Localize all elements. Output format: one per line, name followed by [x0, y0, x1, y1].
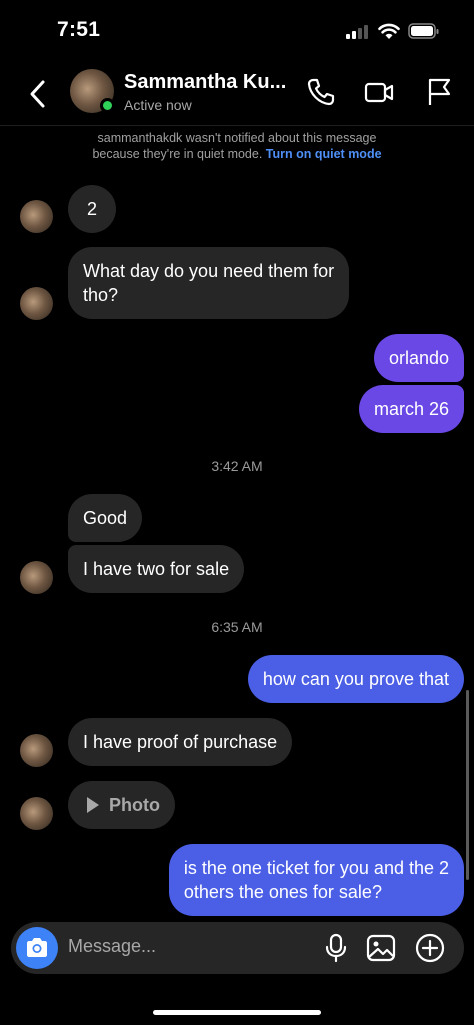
- notice-line-1: sammanthakdk wasn't notified about this …: [97, 131, 377, 145]
- online-status-dot: [100, 98, 115, 113]
- status-bar: 7:51: [0, 0, 474, 62]
- message-bubble[interactable]: how can you prove that: [247, 655, 464, 703]
- sender-avatar[interactable]: [20, 561, 53, 594]
- add-plus-icon[interactable]: [414, 932, 446, 964]
- message-bubble[interactable]: march 26: [358, 385, 464, 433]
- message-input[interactable]: [68, 936, 298, 957]
- home-indicator[interactable]: [153, 1010, 321, 1015]
- quiet-mode-notice: sammanthakdk wasn't notified about this …: [0, 130, 474, 162]
- notice-text: because they're in quiet mode.: [92, 147, 263, 161]
- video-call-icon[interactable]: [363, 76, 395, 108]
- back-chevron-icon[interactable]: [26, 78, 50, 110]
- message-line: is the one ticket for you and the 2: [183, 858, 449, 878]
- active-status: Active now: [124, 97, 192, 113]
- battery-icon: [408, 23, 439, 39]
- message-composer: [11, 922, 464, 974]
- contact-name[interactable]: Sammantha Ku...: [124, 71, 286, 94]
- photo-message[interactable]: Photo: [68, 781, 175, 829]
- sender-avatar[interactable]: [20, 287, 53, 320]
- notice-line-2: because they're in quiet mode. Turn on q…: [0, 146, 474, 162]
- status-time: 7:51: [57, 18, 101, 41]
- message-line: tho?: [83, 285, 119, 305]
- message-bubble[interactable]: orlando: [373, 334, 464, 382]
- message-bubble[interactable]: 2: [68, 185, 117, 233]
- message-line: others the ones for sale?: [183, 882, 382, 902]
- report-flag-icon[interactable]: [423, 76, 455, 108]
- message-line: What day do you need them for: [83, 261, 335, 281]
- message-bubble[interactable]: is the one ticket for you and the 2 othe…: [168, 844, 464, 916]
- message-bubble[interactable]: I have proof of purchase: [68, 718, 293, 766]
- play-icon: [87, 797, 99, 813]
- wifi-icon: [378, 23, 400, 39]
- camera-button[interactable]: [16, 927, 58, 969]
- gallery-icon[interactable]: [365, 932, 397, 964]
- phone-call-icon[interactable]: [305, 76, 337, 108]
- timestamp: 3:42 AM: [211, 458, 263, 474]
- chat-header: Sammantha Ku... Active now: [0, 62, 474, 126]
- message-bubble[interactable]: I have two for sale: [68, 545, 245, 593]
- timestamp: 6:35 AM: [211, 619, 263, 635]
- turn-on-quiet-mode-link[interactable]: Turn on quiet mode: [266, 147, 382, 161]
- scrollbar[interactable]: [466, 690, 469, 880]
- microphone-icon[interactable]: [320, 932, 352, 964]
- sender-avatar[interactable]: [20, 797, 53, 830]
- cellular-signal-icon: [346, 24, 372, 39]
- photo-label: Photo: [109, 795, 160, 815]
- message-bubble[interactable]: What day do you need them for tho?: [68, 247, 350, 319]
- camera-icon: [27, 938, 47, 957]
- message-bubble[interactable]: Good: [68, 494, 143, 542]
- sender-avatar[interactable]: [20, 734, 53, 767]
- sender-avatar[interactable]: [20, 200, 53, 233]
